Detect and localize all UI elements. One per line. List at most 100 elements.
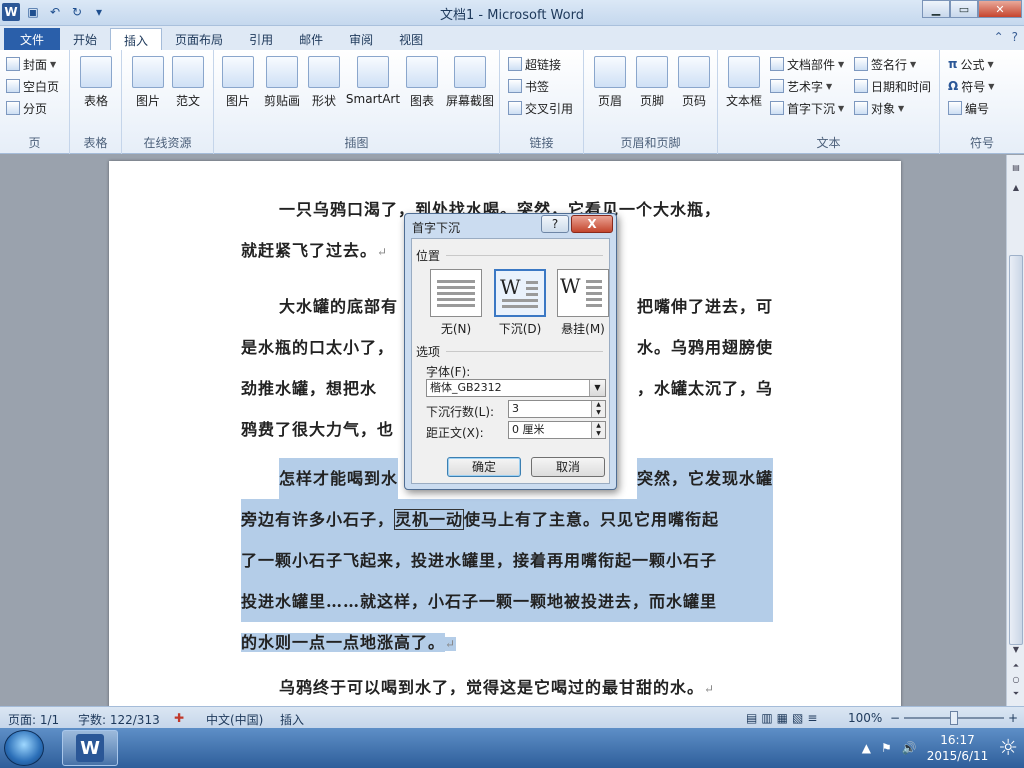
dropped-preview-lines-bottom <box>502 299 538 311</box>
vertical-scrollbar[interactable]: ▤ ▲ ▼ ⏶ ○ ⏷ <box>1006 155 1024 706</box>
signature-line-button[interactable]: 签名行 ▼ <box>854 54 916 74</box>
minimize-button[interactable]: ▁ <box>922 0 950 18</box>
scroll-down-icon[interactable]: ▼ <box>1009 643 1023 657</box>
paragraph-4[interactable]: 乌鸦终于可以喝到水了，觉得这是它喝过的最甘甜的水。↵ <box>241 667 773 706</box>
dropped-label[interactable]: 下沉(D) <box>490 320 550 337</box>
spinner-icon[interactable]: ▲ ▼ <box>591 422 605 438</box>
picture-icon <box>132 56 164 88</box>
page-count[interactable]: 页面: 1/1 <box>8 711 59 728</box>
security-flag-icon[interactable]: ⚑ <box>881 741 892 755</box>
template-button[interactable]: 范文 <box>162 56 214 109</box>
proofing-icon[interactable]: ✚ <box>174 711 184 725</box>
word-app-icon: W <box>76 734 104 762</box>
none-label[interactable]: 无(N) <box>426 320 486 337</box>
distance-label: 距正文(X): <box>426 426 484 440</box>
cross-reference-button[interactable]: 交叉引用 <box>508 98 573 118</box>
none-preview-icon <box>437 280 475 310</box>
position-dropped-option[interactable]: W <box>494 269 546 317</box>
insert-mode[interactable]: 插入 <box>280 711 304 728</box>
numbering-button[interactable]: 编号 <box>948 98 989 118</box>
ruler-toggle-icon[interactable]: ▤ <box>1009 161 1023 175</box>
next-page-icon[interactable]: ⏷ <box>1009 687 1023 701</box>
zoom-level[interactable]: 100% <box>848 711 882 725</box>
dialog-help-button[interactable]: ? <box>541 215 569 233</box>
clock[interactable]: 16:17 2015/6/11 <box>927 732 989 764</box>
blank-page-button[interactable]: 空白页 <box>6 76 59 96</box>
zoom-out-icon[interactable]: − <box>890 711 900 725</box>
system-tray: ▲ ⚑ 🔊 16:17 2015/6/11 ☼ <box>862 728 1024 768</box>
word-count[interactable]: 字数: 122/313 <box>78 711 160 728</box>
page-break-icon <box>6 101 20 115</box>
group-links: 超链接 书签 交叉引用 链接 <box>500 50 584 154</box>
cancel-button[interactable]: 取消 <box>531 457 605 477</box>
chevron-down-icon[interactable]: ▼ <box>589 380 605 396</box>
lines-to-drop-input[interactable]: 3 ▲ ▼ <box>508 400 606 418</box>
cross-reference-icon <box>508 101 522 115</box>
object-icon <box>854 101 868 115</box>
quick-parts-button[interactable]: 文档部件 ▼ <box>770 54 844 74</box>
bookmark-button[interactable]: 书签 <box>508 76 549 96</box>
drop-cap-dialog: 首字下沉 ? X 位置 W W 无(N) 下沉(D) 悬挂(M) 选项 字体(F… <box>404 213 617 490</box>
spinner-icon[interactable]: ▲ ▼ <box>591 401 605 417</box>
font-select[interactable]: 楷体_GB2312 ▼ <box>426 379 606 397</box>
scroll-thumb[interactable] <box>1009 255 1023 645</box>
zoom-slider-knob[interactable] <box>950 711 958 725</box>
tab-home[interactable]: 开始 <box>60 28 110 50</box>
tab-page-layout[interactable]: 页面布局 <box>162 28 236 50</box>
object-button[interactable]: 对象 ▼ <box>854 98 904 118</box>
scroll-up-icon[interactable]: ▲ <box>1009 181 1023 195</box>
calendar-icon <box>854 79 868 93</box>
equation-button[interactable]: π 公式 ▼ <box>948 54 994 74</box>
minimize-ribbon-icon[interactable]: ⌃ <box>994 30 1004 44</box>
wordart-icon <box>770 79 784 93</box>
margin-label[interactable]: 悬挂(M) <box>553 320 613 337</box>
chevron-down-icon: ▼ <box>838 103 845 113</box>
symbol-button[interactable]: Ω 符号 ▼ <box>948 76 994 96</box>
previous-page-icon[interactable]: ⏶ <box>1009 659 1023 673</box>
chart-icon <box>406 56 438 88</box>
browse-object-icon[interactable]: ○ <box>1009 673 1023 687</box>
language-indicator[interactable]: 中文(中国) <box>206 711 263 728</box>
table-button[interactable]: 表格 <box>70 56 122 109</box>
taskbar-word-button[interactable]: W <box>62 730 118 766</box>
date-time-button[interactable]: 日期和时间 <box>854 76 931 96</box>
view-buttons-icon[interactable]: ▤▥▦▧≡ <box>746 711 821 725</box>
position-margin-option[interactable]: W <box>557 269 609 317</box>
help-icon[interactable]: ? <box>1012 30 1018 44</box>
start-button[interactable] <box>4 730 44 766</box>
font-label: 字体(F): <box>426 365 471 379</box>
ok-button[interactable]: 确定 <box>447 457 521 477</box>
dialog-title: 首字下沉 <box>412 221 461 235</box>
maximize-button[interactable]: ▭ <box>950 0 978 18</box>
tab-review[interactable]: 审阅 <box>336 28 386 50</box>
position-none-option[interactable] <box>430 269 482 317</box>
tab-references[interactable]: 引用 <box>236 28 286 50</box>
dialog-close-button[interactable]: X <box>571 215 613 233</box>
tab-mailings[interactable]: 邮件 <box>286 28 336 50</box>
margin-preview-lines <box>586 280 602 310</box>
screenshot-button[interactable]: 屏幕截图 <box>440 56 500 109</box>
distance-input[interactable]: 0 厘米 ▲ ▼ <box>508 421 606 439</box>
smartart-button[interactable]: SmartArt <box>342 56 404 106</box>
chevron-down-icon: ▼ <box>838 59 845 69</box>
wordart-button[interactable]: 艺术字 ▼ <box>770 76 832 96</box>
picture-icon <box>222 56 254 88</box>
zoom-slider[interactable] <box>904 711 1004 725</box>
group-online: 图片 范文 在线资源 <box>122 50 214 154</box>
zoom-in-icon[interactable]: + <box>1008 711 1018 725</box>
weather-icon[interactable]: ☼ <box>998 736 1018 761</box>
chevron-down-icon: ▼ <box>988 81 995 91</box>
hyperlink-button[interactable]: 超链接 <box>508 54 561 74</box>
cover-page-button[interactable]: 封面 ▼ <box>6 54 56 74</box>
taskbar: W ▲ ⚑ 🔊 16:17 2015/6/11 ☼ <box>0 728 1024 768</box>
volume-icon[interactable]: 🔊 <box>902 741 917 755</box>
textbox-button[interactable]: 文本框 <box>718 56 770 109</box>
page-number-button[interactable]: 页码 <box>668 56 720 109</box>
close-button[interactable]: ✕ <box>978 0 1022 18</box>
tab-insert[interactable]: 插入 <box>110 28 163 50</box>
page-break-button[interactable]: 分页 <box>6 98 47 118</box>
drop-cap-button[interactable]: 首字下沉 ▼ <box>770 98 844 118</box>
show-hidden-icons-icon[interactable]: ▲ <box>862 741 871 755</box>
tab-view[interactable]: 视图 <box>386 28 436 50</box>
tab-file[interactable]: 文件 <box>4 28 61 50</box>
